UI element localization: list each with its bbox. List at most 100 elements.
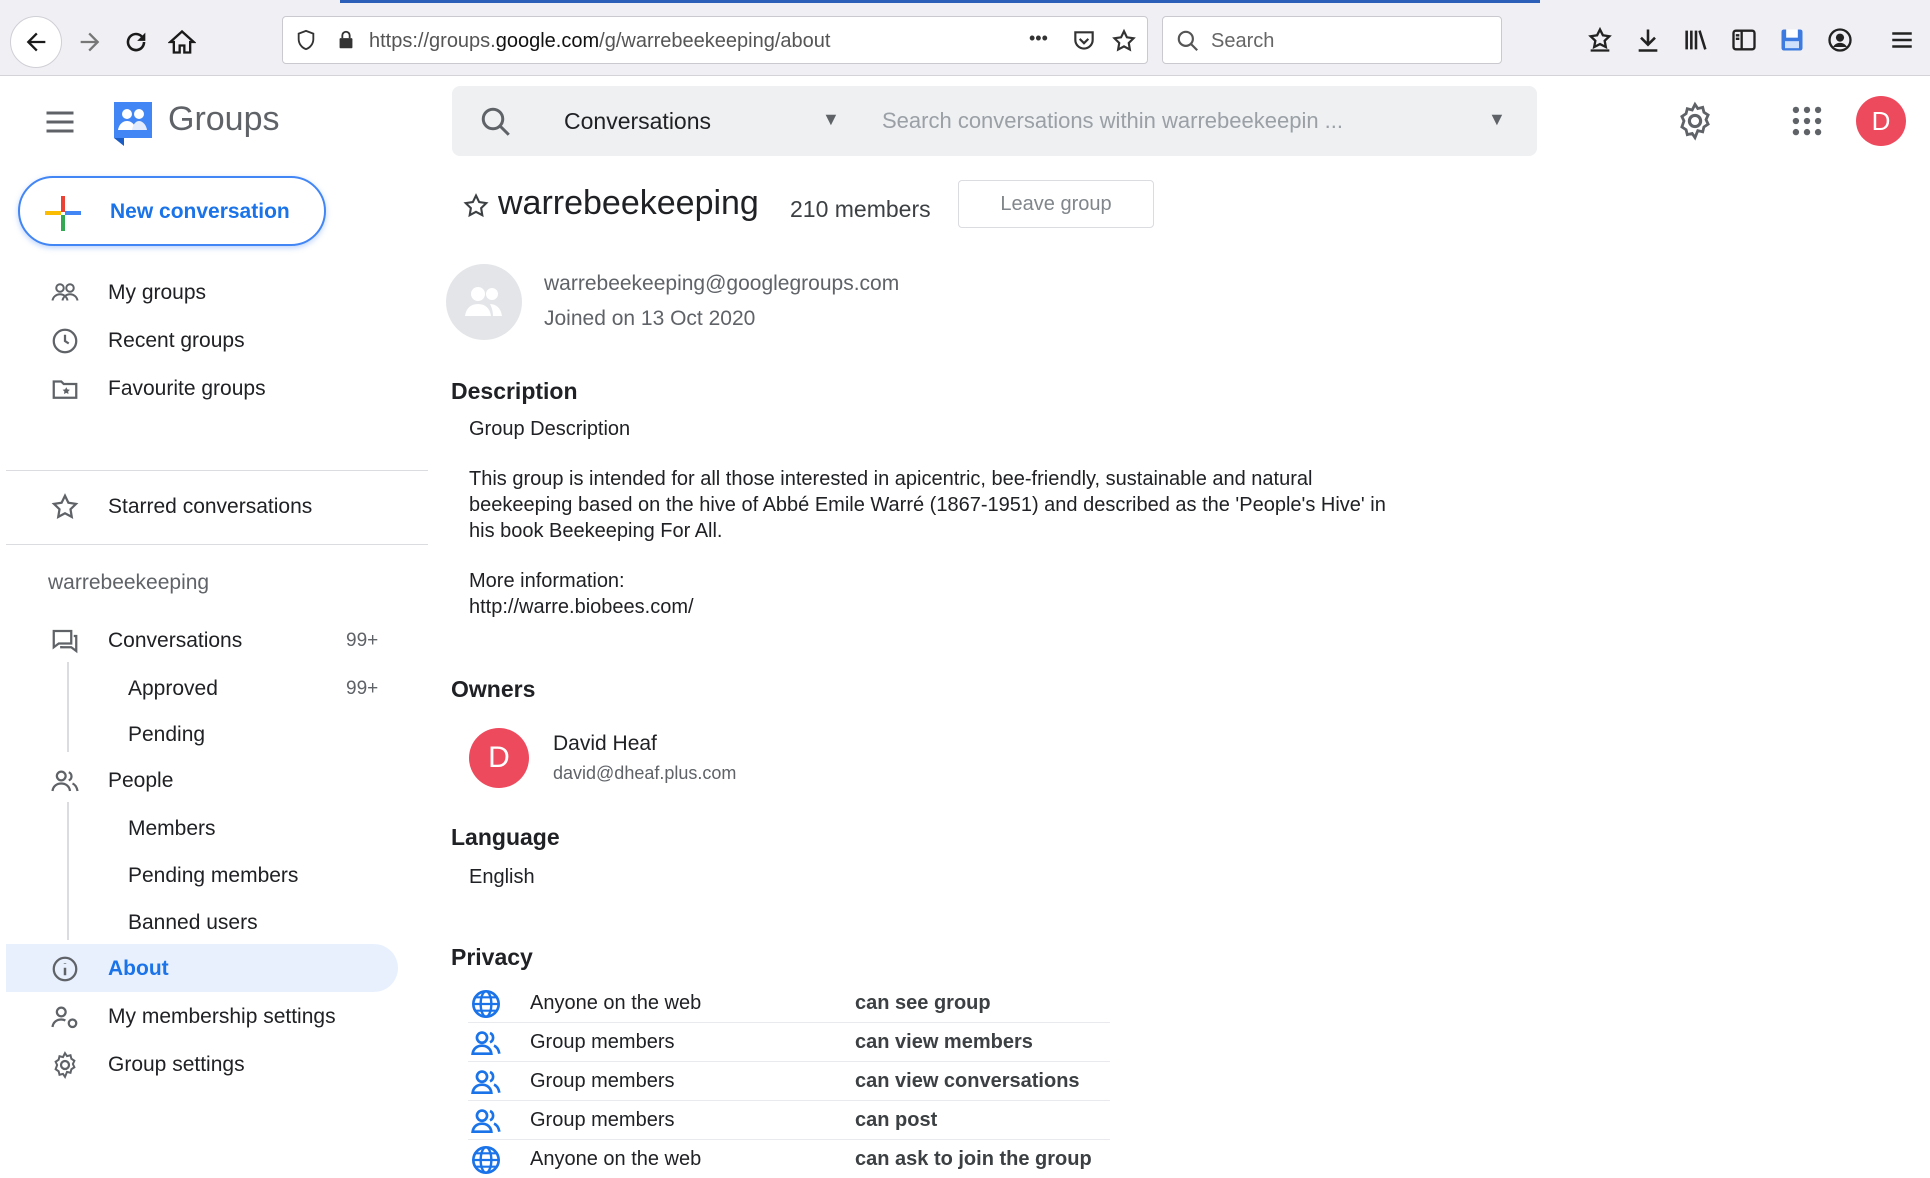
sidebar-item-about[interactable]: About — [0, 946, 420, 990]
browser-menu-icon[interactable] — [1884, 22, 1920, 58]
sidebar-item-members[interactable]: Members — [0, 806, 420, 850]
sidebar-item-label: Banned users — [128, 911, 258, 934]
privacy-permission: can view members — [855, 1031, 1033, 1053]
search-options-caret-icon[interactable]: ▼ — [1488, 109, 1506, 130]
sidebar-item-group-settings[interactable]: Group settings — [0, 1042, 420, 1086]
privacy-row: Anyone on the web can ask to join the gr… — [468, 1140, 1110, 1178]
sidebar-item-pending-members[interactable]: Pending members — [0, 853, 420, 897]
group-email: warrebeekeeping@googlegroups.com — [544, 272, 900, 295]
privacy-who: Group members — [530, 1031, 675, 1053]
search-icon[interactable] — [478, 104, 514, 140]
sidebar-divider — [6, 544, 428, 545]
new-conversation-button[interactable]: New conversation — [18, 176, 326, 246]
download-icon[interactable] — [1630, 22, 1666, 58]
conversations-count: 99+ — [346, 630, 379, 651]
language-value: English — [469, 866, 535, 888]
hamburger-menu-icon[interactable] — [42, 104, 78, 140]
sidebar-item-favourite-groups[interactable]: Favourite groups — [0, 366, 420, 410]
reload-button[interactable] — [110, 16, 162, 68]
app-name: Groups — [168, 100, 280, 138]
privacy-who: Anyone on the web — [530, 1148, 702, 1170]
sidebar-item-banned-users[interactable]: Banned users — [0, 900, 420, 944]
apps-grid-icon[interactable] — [1788, 102, 1826, 140]
page-load-progress — [340, 0, 1540, 3]
sidebar-item-label: Group settings — [108, 1053, 245, 1076]
sidebar-item-label: Recent groups — [108, 329, 245, 352]
privacy-row: Group members can view members — [468, 1023, 1110, 1062]
gear-icon[interactable] — [1674, 100, 1716, 142]
page-title: warrebeekeeping — [498, 184, 759, 222]
sidebar-item-label: My membership settings — [108, 1005, 336, 1028]
sidebar-item-label: Members — [128, 817, 216, 840]
sidebar-toggle-icon[interactable] — [1726, 22, 1762, 58]
privacy-row: Anyone on the web can see group — [468, 984, 1110, 1023]
privacy-permission: can post — [855, 1109, 938, 1131]
search-scope-select[interactable]: Conversations — [564, 108, 711, 135]
sidebar-item-label: People — [108, 769, 174, 792]
people-icon — [471, 1070, 501, 1094]
pocket-icon[interactable] — [1071, 28, 1097, 54]
url-bar[interactable]: https://groups.google.com/g/warrebeekeep… — [282, 16, 1148, 64]
sidebar-item-label: Approved — [128, 677, 218, 700]
person-settings-icon — [51, 1006, 78, 1029]
people-icon — [51, 770, 79, 792]
library-icon[interactable] — [1678, 22, 1714, 58]
sidebar-item-label: Pending members — [128, 864, 299, 887]
sidebar-item-label: Starred conversations — [108, 495, 313, 518]
group-avatar — [446, 264, 522, 340]
back-button[interactable] — [10, 16, 62, 68]
sidebar-group-title: warrebeekeeping — [48, 571, 210, 594]
sidebar-item-recent-groups[interactable]: Recent groups — [0, 318, 420, 362]
globe-icon — [472, 1146, 500, 1174]
leave-group-button[interactable]: Leave group — [958, 180, 1154, 228]
home-button[interactable] — [156, 16, 208, 68]
bookmark-star-icon[interactable] — [1111, 28, 1137, 54]
shield-icon — [297, 29, 315, 51]
search-icon — [1177, 30, 1198, 51]
browser-search-bar[interactable]: Search — [1162, 16, 1502, 64]
browser-toolbar: https://groups.google.com/g/warrebeekeep… — [0, 0, 1930, 76]
caret-down-icon[interactable]: ▼ — [822, 109, 840, 130]
info-icon — [52, 956, 78, 982]
arrow-left-icon — [26, 32, 46, 52]
downloads-saved-icon[interactable] — [1582, 22, 1618, 58]
reload-icon — [126, 32, 146, 52]
groups-search-box: Conversations ▼ ▼ — [452, 86, 1537, 156]
privacy-heading: Privacy — [451, 944, 533, 970]
description-paragraph: This group is intended for all those int… — [469, 468, 1386, 542]
more-info-link[interactable]: http://warre.biobees.com/ — [469, 594, 694, 620]
sidebar-item-starred-conversations[interactable]: Starred conversations — [0, 484, 420, 528]
sidebar-item-label: About — [108, 957, 169, 980]
page-actions-button[interactable]: ••• — [1029, 28, 1048, 49]
sidebar-item-people[interactable]: People — [0, 758, 420, 802]
privacy-permission: can ask to join the group — [855, 1148, 1092, 1170]
search-input[interactable] — [882, 100, 1472, 142]
star-outline-icon — [51, 493, 79, 519]
gear-icon — [54, 1051, 76, 1080]
people-icon — [471, 1031, 501, 1055]
groups-people-icon — [51, 283, 79, 301]
privacy-who: Group members — [530, 1070, 675, 1092]
sidebar-item-my-groups[interactable]: My groups — [0, 270, 420, 314]
member-count: 210 members — [790, 196, 931, 222]
save-extension-icon[interactable] — [1774, 22, 1810, 58]
user-avatar[interactable]: D — [1856, 96, 1906, 146]
favourite-star-icon[interactable] — [462, 192, 490, 220]
forward-button[interactable] — [64, 16, 116, 68]
privacy-who: Group members — [530, 1109, 675, 1131]
privacy-row: Group members can post — [468, 1101, 1110, 1140]
url-text: https://groups.google.com/g/warrebeekeep… — [369, 30, 830, 53]
browser-search-placeholder: Search — [1211, 30, 1275, 52]
more-info-label: More information: — [469, 570, 625, 592]
approved-count: 99+ — [346, 678, 379, 699]
sidebar-item-my-membership-settings[interactable]: My membership settings — [0, 994, 420, 1038]
sidebar-item-approved[interactable]: Approved 99+ — [0, 666, 420, 710]
privacy-who: Anyone on the web — [530, 992, 702, 1014]
joined-date: Joined on 13 Oct 2020 — [544, 307, 756, 330]
owner-name: David Heaf — [553, 732, 657, 755]
sidebar-item-pending[interactable]: Pending — [0, 712, 420, 756]
sidebar-item-conversations[interactable]: Conversations 99+ — [0, 618, 420, 662]
account-icon[interactable] — [1822, 22, 1858, 58]
description-heading: Description — [451, 378, 578, 404]
url-path: /g/warrebeekeeping/about — [599, 30, 831, 52]
